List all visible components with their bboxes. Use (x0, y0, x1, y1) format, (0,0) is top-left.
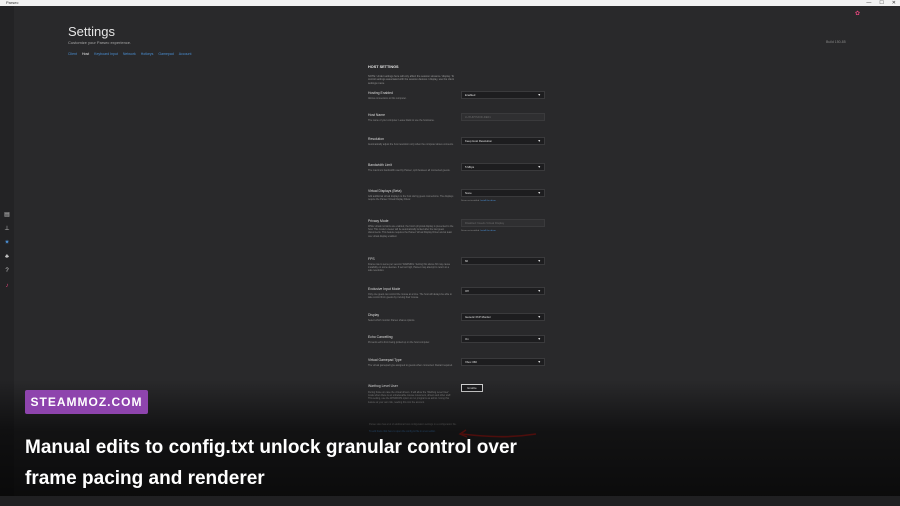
site-badge: STEAMMOZ.COM (25, 390, 148, 414)
caption-text: Manual edits to config.txt unlock granul… (25, 437, 517, 489)
app-window: Parsec — ☐ ✕ ▤ ⊥ ✷ ♣ ? ♪ ✿ Settings Cust… (0, 0, 900, 506)
taskbar (0, 496, 900, 506)
